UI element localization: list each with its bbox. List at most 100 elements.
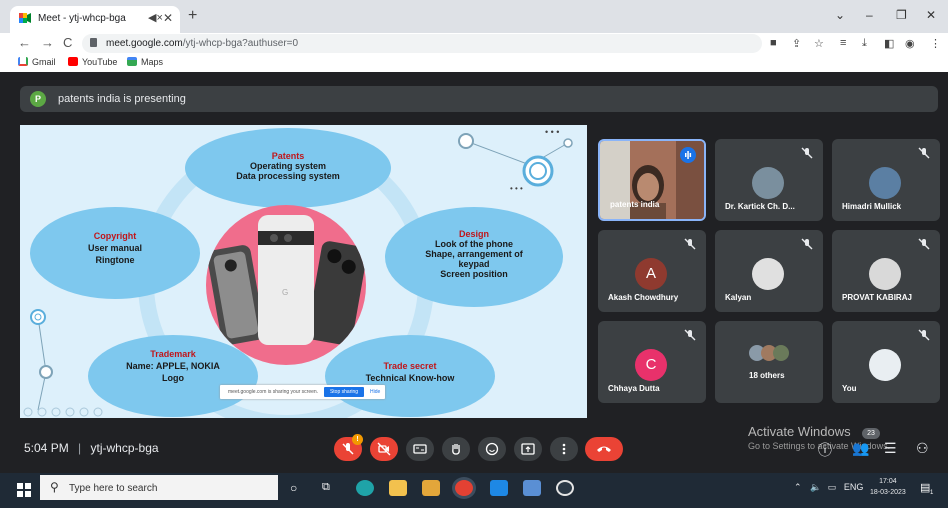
patents-line-1: Operating system [249,161,327,171]
participant-tile[interactable]: Himadri Mullick [832,139,940,221]
tab-search-chevron-icon[interactable]: ⌄ [835,8,845,22]
phones-illustration: G [207,215,366,346]
participant-tile[interactable]: A Akash Chowdhury [598,230,706,312]
restore-icon[interactable]: ❐ [896,8,907,22]
browser-menu-icon[interactable]: ⋮ [930,37,941,50]
task-view-icon[interactable]: ⧉ [322,481,330,494]
present-button[interactable] [514,437,542,461]
bookmarks-bar: Gmail YouTube Maps [0,54,948,72]
file-explorer-icon[interactable] [389,480,407,496]
participant-name: Kalyan [725,293,752,302]
new-tab-icon[interactable]: + [188,7,197,25]
taskbar-clock[interactable]: 17:04 18-03-2023 [870,476,906,498]
back-icon[interactable]: ← [18,35,31,50]
patents-heading: Patents [271,151,305,161]
download-icon[interactable]: ⤓ [862,37,867,50]
search-icon: ⚲ [50,480,59,494]
raise-hand-button[interactable] [442,437,470,461]
chrome-icon[interactable] [455,480,473,496]
avatar [869,167,901,199]
browser-tab[interactable]: Meet - ytj-whcp-bga ◀× ✕ [10,6,180,33]
participant-name: patents india [610,200,660,209]
captions-icon [413,444,427,454]
bookmark-maps[interactable]: Maps [127,57,163,67]
reading-list-icon[interactable]: ≡ [840,37,846,49]
more-vert-icon [562,443,566,455]
tab-audio-icon[interactable]: ◀× [148,11,163,24]
camera-indicator-icon[interactable]: ■ [770,37,777,49]
trademark-line-1: Name: APPLE, NOKIA [126,361,220,371]
store-icon[interactable] [422,480,440,496]
participant-name: Himadri Mullick [842,202,902,211]
mail-icon[interactable] [490,480,508,496]
taskbar-search[interactable]: ⚲ Type here to search [40,475,278,500]
participant-tile[interactable]: Dr. Kartick Ch. D... [715,139,823,221]
meet-favicon-icon [19,13,31,23]
present-screen-icon [521,443,535,455]
address-bar[interactable]: meet.google.com/ytj-whcp-bga?authuser=0 [82,34,762,53]
side-panel-icon[interactable]: ◧ [884,37,894,50]
meeting-info-icon[interactable]: ⓘ [818,440,832,460]
chevron-up-icon[interactable]: ⌃ [794,482,802,492]
address-url: meet.google.com/ytj-whcp-bga?authuser=0 [106,38,299,49]
design-line-1: Look of the phone [435,239,513,249]
clock-time: 17:04 [879,478,897,485]
bookmark-youtube[interactable]: YouTube [68,57,117,67]
others-tile[interactable]: 18 others [715,321,823,403]
notes-app-icon[interactable] [523,480,541,496]
camera-button[interactable] [370,437,398,461]
edge-icon[interactable] [356,480,374,496]
notification-icon[interactable]: ▤ [920,481,930,494]
speaking-indicator-icon [680,147,696,163]
bookmark-gmail[interactable]: Gmail [18,57,56,67]
participant-name: Akash Chowdhury [608,293,679,302]
meeting-time: 5:04 PM [24,441,69,455]
bookmark-star-icon[interactable]: ☆ [814,37,824,50]
activities-icon[interactable]: ⚇ [916,440,929,457]
stop-sharing-button[interactable]: Stop sharing [324,387,364,397]
forward-icon[interactable]: → [41,35,54,50]
leave-call-button[interactable] [585,437,623,461]
hand-icon [452,444,460,455]
gmail-icon [18,57,28,66]
search-placeholder: Type here to search [69,483,158,494]
avatar [773,345,789,361]
more-options-button[interactable] [550,437,578,461]
captions-button[interactable] [406,437,434,461]
hide-sharing-button[interactable]: Hide [370,389,380,395]
mic-warning-badge: ! [352,434,363,445]
trade-secret-heading: Trade secret [383,361,437,371]
tab-title: Meet - ytj-whcp-bga [38,13,126,24]
reload-icon[interactable]: C [63,35,72,50]
meeting-details: 5:04 PM | ytj-whcp-bga [24,441,159,455]
emoji-icon [485,442,499,456]
participant-tile[interactable]: C Chhaya Dutta [598,321,706,403]
language-indicator[interactable]: ENG [844,482,864,492]
cortana-icon[interactable]: ○ [290,481,297,495]
tab-close-icon[interactable]: ✕ [163,11,173,25]
participant-tile[interactable]: PROVAT KABIRAJ [832,230,940,312]
avatar: C [635,349,667,381]
app-icon[interactable] [556,480,574,496]
network-icon[interactable]: ▭ [828,482,837,492]
participant-tile[interactable]: Kalyan [715,230,823,312]
reactions-button[interactable] [478,437,506,461]
self-tile[interactable]: You [832,321,940,403]
minimize-icon[interactable]: – [866,8,873,22]
activate-windows-title: Activate Windows [748,424,851,439]
copyright-line-1: User manual [87,243,143,253]
window-close-icon[interactable]: ✕ [926,8,936,22]
volume-icon[interactable]: 🔈 [810,482,821,492]
participant-tile[interactable]: patents india [598,139,706,221]
windows-start-icon[interactable] [17,483,31,497]
mic-muted-icon [918,238,930,250]
share-icon[interactable]: ⇪ [792,37,801,50]
chat-icon[interactable]: ☰ [884,440,897,457]
people-icon[interactable]: 👥 [852,440,869,457]
mic-muted-icon [918,329,930,341]
profile-avatar-icon[interactable]: ◉ [905,37,915,50]
notification-count: 1 [930,490,934,496]
presenting-banner: P patents india is presenting [20,86,938,112]
browser-tab-strip: Meet - ytj-whcp-bga ◀× ✕ + ⌄ – ❐ ✕ [0,0,948,33]
design-line-3: keypad [458,259,490,269]
